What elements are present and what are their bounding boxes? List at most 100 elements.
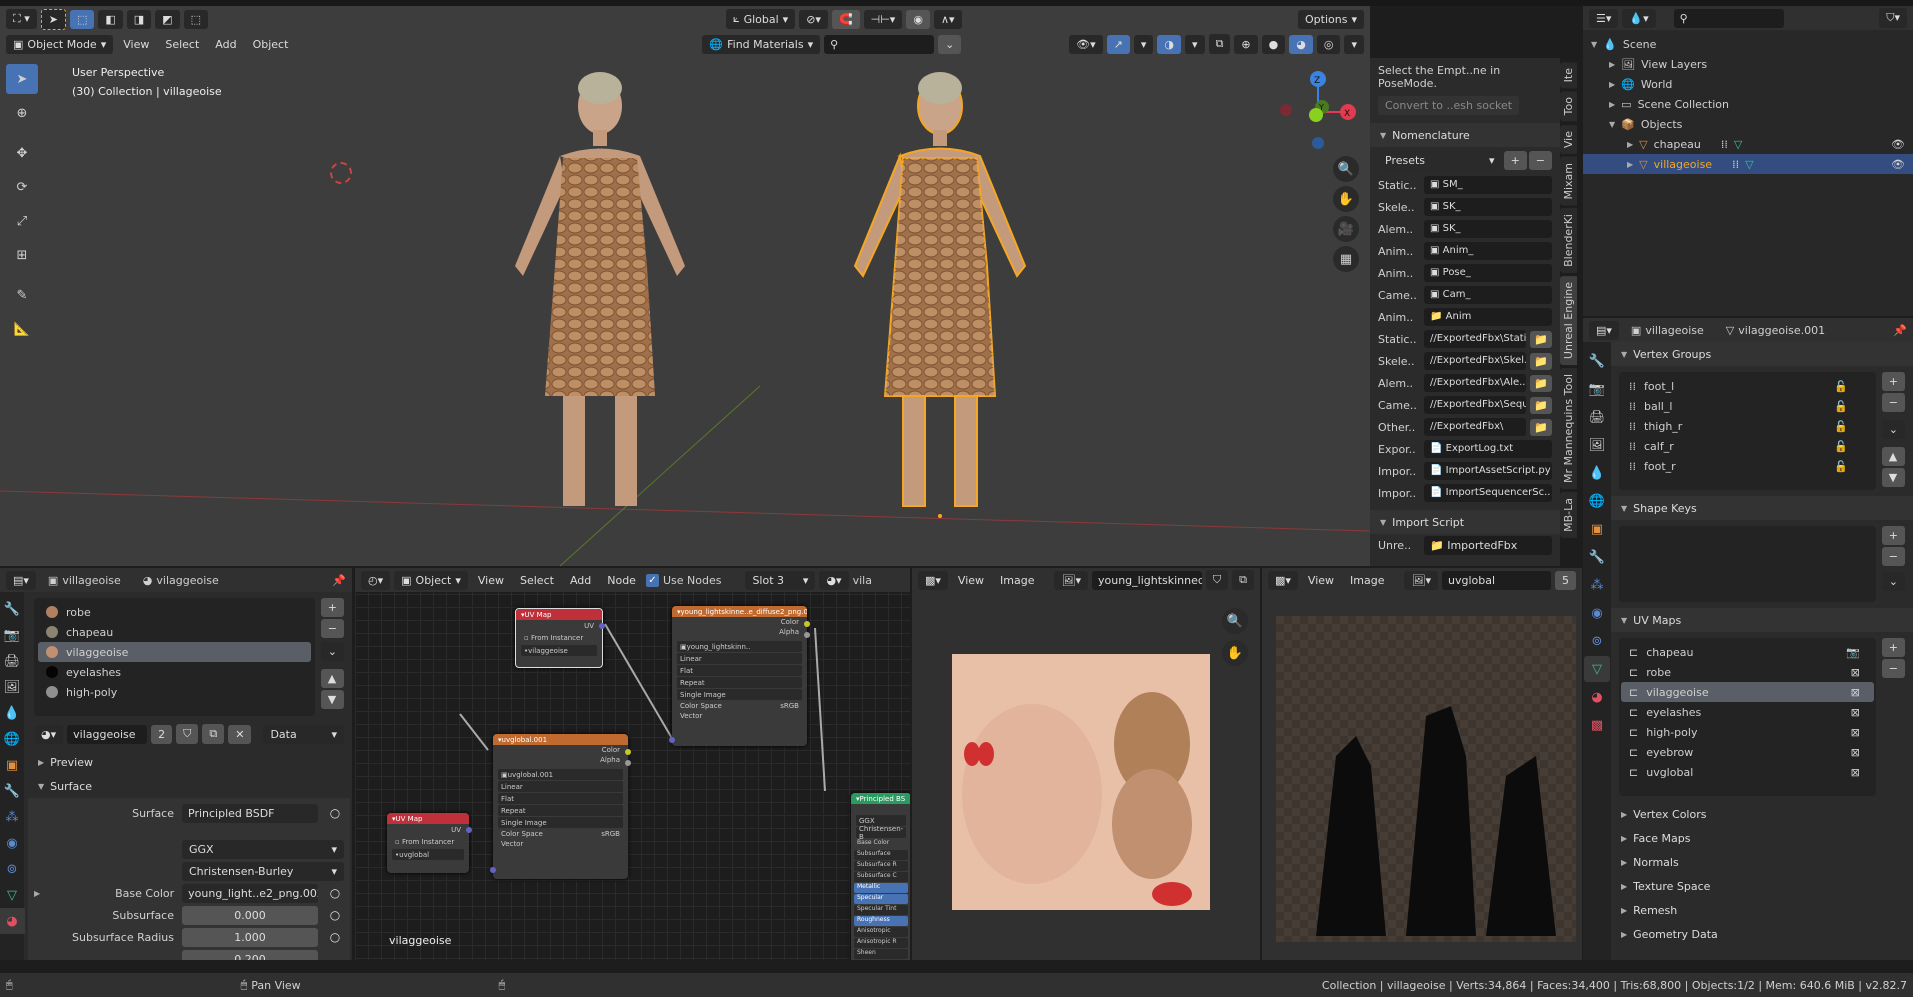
img1-fake-user-icon[interactable]: ⛉: [1205, 570, 1229, 590]
vgroup-down[interactable]: ▼: [1881, 468, 1905, 487]
material-slot-item[interactable]: chapeau: [38, 622, 311, 642]
uv-map-item[interactable]: ⊏ high-poly ⊠: [1621, 722, 1874, 742]
modifier-tab-icon[interactable]: 🔧: [0, 778, 25, 804]
field-value[interactable]: ▣ SM_: [1424, 176, 1552, 194]
folder-browse-icon[interactable]: 📁: [1530, 352, 1552, 370]
world-tab-icon[interactable]: 🌐: [0, 726, 25, 752]
world-tab-icon[interactable]: 🌐: [1584, 488, 1610, 514]
material-slot-item[interactable]: robe: [38, 602, 311, 622]
field-value[interactable]: //ExportedFbx\Sequ..: [1424, 396, 1527, 414]
outliner-filter-button[interactable]: ⛉▾: [1879, 8, 1907, 28]
folder-browse-icon[interactable]: 📁: [1530, 330, 1552, 348]
duplicate-material-icon[interactable]: ⧉: [202, 724, 225, 744]
subsurface-radius-x[interactable]: 1.000: [182, 927, 318, 947]
bsdf-input[interactable]: Specular Tint: [854, 905, 908, 915]
field-value[interactable]: 📄 ImportAssetScript.py: [1424, 462, 1552, 480]
sidebar-tab[interactable]: Ite: [1560, 62, 1577, 89]
img2-menu-image[interactable]: Image: [1344, 571, 1390, 590]
vertex-group-item[interactable]: ⁞⁞ calf_r 🔓: [1621, 436, 1874, 456]
shapekey-remove[interactable]: −: [1881, 547, 1905, 566]
material-slot-item[interactable]: eyelashes: [38, 662, 311, 682]
uvmap-node-2[interactable]: ▾ UV Map UV ▫ From Instancer • uvglobal: [387, 813, 472, 873]
lock-icon[interactable]: 🔓: [1834, 460, 1848, 473]
subsurface-radius-y[interactable]: 0.200: [182, 949, 318, 960]
img1-duplicate-icon[interactable]: ⧉: [1232, 570, 1255, 590]
presets-dropdown[interactable]: Presets ▾: [1378, 151, 1502, 170]
output-tab-icon[interactable]: 🖨: [0, 648, 25, 674]
image-texture-node-1[interactable]: ▾ young_lightskinne..e_diffuse2_png.002 …: [669, 606, 810, 746]
3d-cursor-icon[interactable]: [330, 162, 352, 184]
slot-add[interactable]: +: [320, 598, 344, 617]
vgroup-remove[interactable]: −: [1881, 393, 1905, 412]
import-field-value[interactable]: 📁 ImportedFbx: [1424, 535, 1552, 555]
preset-remove-button[interactable]: −: [1528, 151, 1552, 170]
properties-editor-type[interactable]: ▤▾: [1589, 320, 1619, 340]
expand-toggle[interactable]: ▶: [1627, 160, 1633, 169]
collapsed-panel-header[interactable]: ▶ Normals: [1611, 850, 1913, 874]
lock-icon[interactable]: 🔓: [1834, 440, 1848, 453]
view-layer-tab-icon[interactable]: 🖼: [0, 674, 25, 700]
outliner-item[interactable]: ▶ ▽ chapeau ⁞⁞ ▽ 👁: [1583, 134, 1913, 154]
field-value[interactable]: 📄 ExportLog.txt: [1424, 440, 1552, 458]
field-value[interactable]: 📄 ImportSequencerSc..: [1424, 484, 1552, 502]
constraints-tab-icon[interactable]: ⊚: [1584, 628, 1610, 654]
img1-menu-view[interactable]: View: [952, 571, 990, 590]
field-value[interactable]: 📁 Anim: [1424, 308, 1552, 326]
import-script-header[interactable]: ▼ Import Script: [1370, 510, 1560, 534]
character-left[interactable]: [455, 66, 745, 526]
uv-map-item[interactable]: ⊏ eyelashes ⊠: [1621, 702, 1874, 722]
principled-bsdf-node[interactable]: ▾ Principled BS GGX Christensen-B Base C…: [851, 793, 910, 960]
render-camera-icon[interactable]: ⊠: [1851, 766, 1860, 779]
outliner-item[interactable]: ▶ 🌐 World: [1583, 74, 1913, 94]
uv-output-socket[interactable]: [599, 623, 605, 629]
vertex-groups-list[interactable]: ⁞⁞ foot_l 🔓 ⁞⁞ ball_l 🔓 ⁞⁞ thigh_r 🔓 ⁞⁞ calf_r 🔓 ⁞⁞ f…: [1619, 372, 1876, 490]
shapekey-specials[interactable]: ⌄: [1881, 572, 1905, 591]
surface-header[interactable]: ▼ Surface: [28, 774, 350, 798]
render-tab-icon[interactable]: 📷: [1584, 376, 1610, 402]
bsdf-input[interactable]: Specular: [854, 894, 908, 904]
sidebar-tab[interactable]: MB-La: [1560, 492, 1577, 539]
vgroup-specials[interactable]: ⌄: [1881, 420, 1905, 439]
bsdf-input[interactable]: Roughness: [854, 916, 908, 926]
vector-input-socket[interactable]: [490, 867, 496, 873]
eye-visibility-icon[interactable]: 👁: [1891, 138, 1905, 151]
base-color-expand[interactable]: ▶: [34, 889, 40, 898]
render-tab-icon[interactable]: 📷: [0, 622, 25, 648]
ortho-grid-icon[interactable]: ▦: [1333, 246, 1359, 272]
pin-icon[interactable]: 📌: [332, 574, 346, 587]
mat-editor-type[interactable]: ▤▾: [6, 570, 36, 590]
material-slot-item[interactable]: high-poly: [38, 682, 311, 702]
sidebar-tab[interactable]: BlenderKi: [1560, 208, 1577, 274]
uvmap-add[interactable]: +: [1881, 638, 1905, 657]
uv-map-item[interactable]: ⊏ vilaggeoise ⊠: [1621, 682, 1874, 702]
sidebar-tab[interactable]: Vie: [1560, 124, 1577, 154]
bsdf-input[interactable]: Anisotropic R: [854, 938, 908, 948]
outliner-filter-scene[interactable]: 💧▾: [1622, 8, 1656, 28]
vertex-groups-header[interactable]: ▼ Vertex Groups: [1611, 342, 1913, 366]
uvmap-remove[interactable]: −: [1881, 659, 1905, 678]
uv-maps-list[interactable]: ⊏ chapeau 📷 ⊏ robe ⊠ ⊏ vilaggeoise ⊠ ⊏ eyelashes ⊠ ⊏…: [1619, 638, 1876, 796]
convert-socket-button[interactable]: Convert to ..esh socket: [1378, 96, 1520, 115]
shape-keys-header[interactable]: ▼ Shape Keys: [1611, 496, 1913, 520]
img2-name-field[interactable]: uvglobal: [1441, 570, 1551, 590]
preset-add-button[interactable]: +: [1503, 151, 1527, 170]
material-name-field[interactable]: vilaggeoise: [67, 724, 148, 744]
alpha-output-socket[interactable]: [625, 760, 631, 766]
scene-tab-icon[interactable]: 💧: [0, 700, 25, 726]
particles-tab-icon[interactable]: ⁂: [0, 804, 25, 830]
render-camera-icon[interactable]: ⊠: [1851, 686, 1860, 699]
image-editor-type[interactable]: ▩▾: [1268, 570, 1298, 590]
lock-icon[interactable]: 🔓: [1834, 380, 1848, 393]
mesh-data-icon[interactable]: ▽: [1734, 138, 1742, 151]
skin-texture-image[interactable]: [952, 654, 1210, 910]
constraints-tab-icon[interactable]: ⊚: [0, 856, 25, 882]
vgroup-add[interactable]: +: [1881, 372, 1905, 391]
field-value[interactable]: //ExportedFbx\Stati..: [1424, 330, 1527, 348]
render-camera-icon[interactable]: ⊠: [1851, 706, 1860, 719]
object-tab-icon[interactable]: ▣: [1584, 516, 1610, 542]
fake-user-shield-icon[interactable]: ⛉: [176, 724, 199, 744]
tool-tab-icon[interactable]: 🔧: [1584, 348, 1610, 374]
scene-tab-icon[interactable]: 💧: [1584, 460, 1610, 486]
outliner-item[interactable]: ▼ 💧 Scene: [1583, 34, 1913, 54]
eye-visibility-icon[interactable]: 👁: [1891, 158, 1905, 171]
